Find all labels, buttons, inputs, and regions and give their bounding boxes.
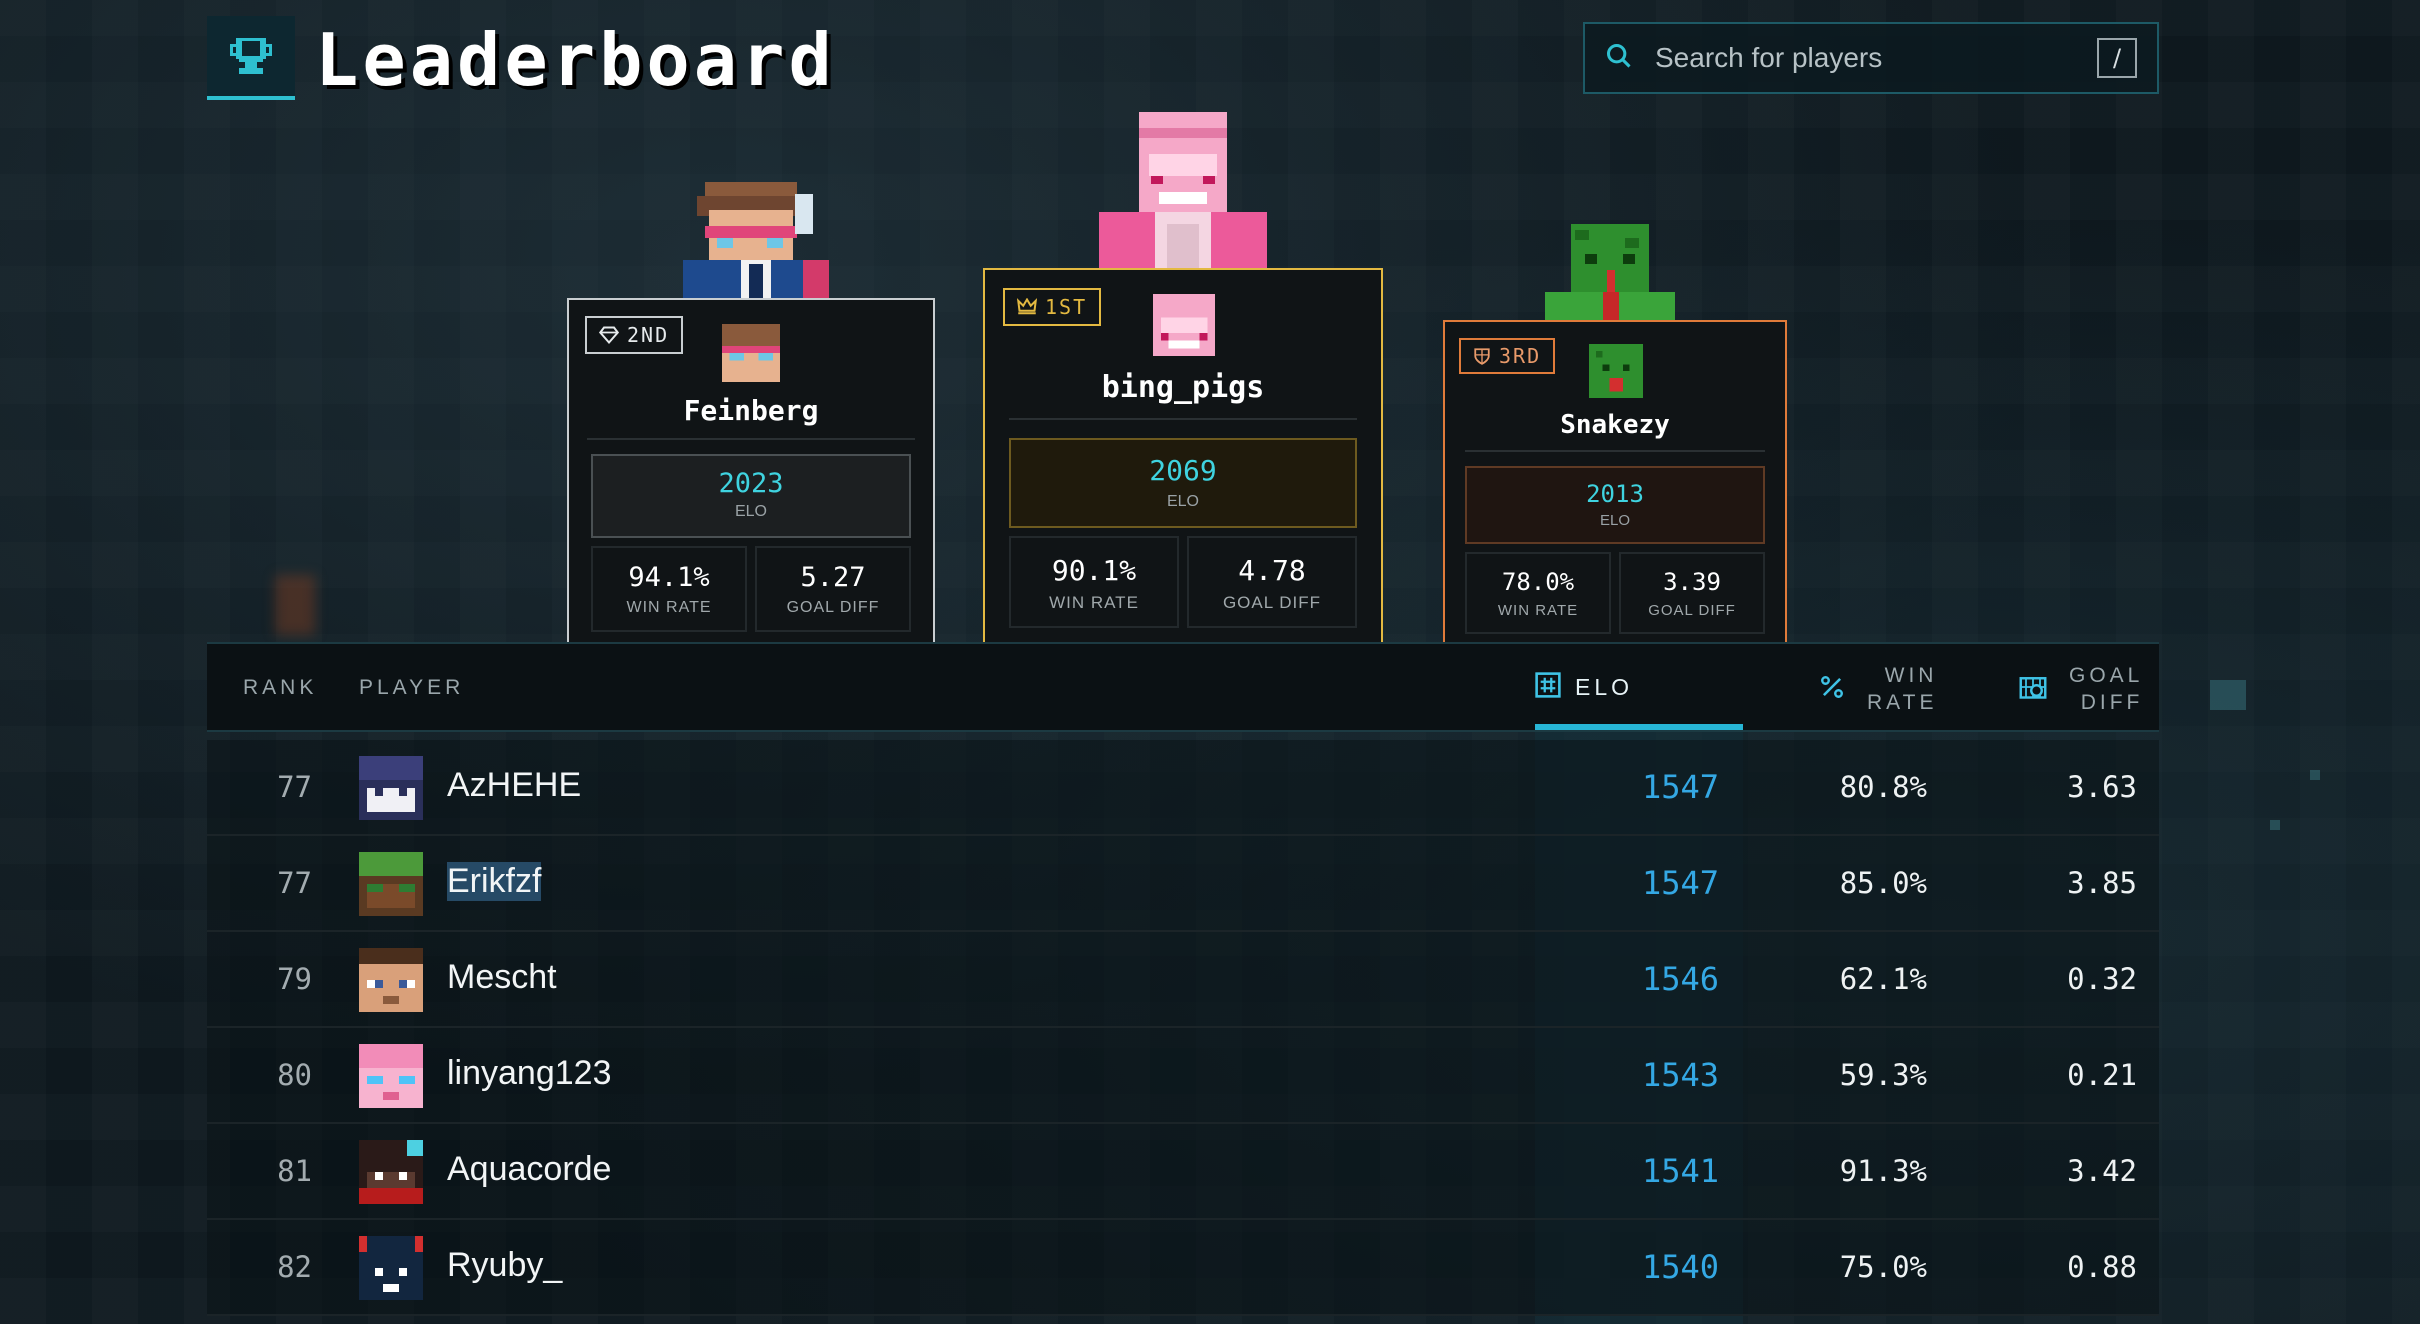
row-goal-diff: 3.42 [2067, 1154, 2137, 1188]
search-icon [1605, 42, 1633, 74]
player-avatar-third [1545, 224, 1675, 322]
hash-icon [1535, 672, 1561, 702]
player-head [1153, 294, 1215, 356]
row-win-rate: 80.8% [1839, 770, 1927, 804]
row-rank: 77 [277, 866, 312, 900]
player-name[interactable]: linyang123 [447, 1054, 611, 1093]
player-avatar-second [683, 182, 829, 300]
podium-card-first[interactable]: 1ST bing_pigs 2069 ELO 90.1% WIN RATE 4.… [983, 268, 1383, 642]
elo-box: 2069 ELO [1009, 438, 1357, 528]
player-name[interactable]: Mescht [447, 958, 557, 997]
player-name: bing_pigs [1101, 370, 1265, 405]
row-elo: 1546 [1641, 960, 1719, 998]
elo-box: 2013 ELO [1465, 466, 1765, 544]
podium-card-third[interactable]: 3RD Snakezy 2013 ELO 78.0% WIN RATE 3.39… [1443, 320, 1787, 642]
player-name[interactable]: Erikfzf [447, 862, 542, 901]
divider [1009, 418, 1357, 420]
table-row[interactable]: 81 Aquacorde 1541 91.3% 3.42 [207, 1124, 2159, 1220]
player-head [1589, 344, 1643, 398]
player-head [359, 756, 423, 820]
row-goal-diff: 0.32 [2067, 962, 2137, 996]
table-header: RANK PLAYER ELO WIN RATE GOAL DIFF [207, 642, 2159, 732]
row-win-rate: 59.3% [1839, 1058, 1927, 1092]
search-bar[interactable]: Search for players / [1583, 22, 2159, 94]
row-rank: 79 [277, 962, 312, 996]
elo-label: ELO [734, 503, 767, 520]
row-win-rate: 75.0% [1839, 1250, 1927, 1284]
page-title: Leaderboard [315, 18, 836, 102]
elo-value: 2023 [718, 468, 784, 499]
row-rank: 81 [277, 1154, 312, 1188]
table-row[interactable]: 79 Mescht 1546 62.1% 0.32 [207, 932, 2159, 1028]
column-header-goal-diff[interactable]: GOAL DIFF [2019, 662, 2143, 716]
row-goal-diff: 3.63 [2067, 770, 2137, 804]
row-elo: 1547 [1641, 768, 1719, 806]
elo-label: ELO [1166, 493, 1199, 510]
column-header-win-rate[interactable]: WIN RATE [1819, 662, 1937, 716]
crown-icon [1017, 298, 1037, 315]
row-win-rate: 91.3% [1839, 1154, 1927, 1188]
column-header-elo[interactable]: ELO [1535, 672, 1633, 702]
win-rate-stat: 90.1% WIN RATE [1009, 536, 1179, 628]
percent-icon [1819, 674, 1845, 704]
rank-badge: 1ST [1003, 288, 1102, 326]
elo-box: 2023 ELO [591, 454, 911, 538]
leaderboard-table-body: 77 AzHEHE 1547 80.8% 3.63 77 Erikfzf 154… [207, 740, 2159, 1316]
rank-badge: 2ND [585, 316, 684, 354]
trophy-icon [207, 16, 295, 100]
row-elo: 1547 [1641, 864, 1719, 902]
diamond-icon [599, 326, 619, 345]
player-head [722, 324, 780, 382]
player-head [359, 1236, 423, 1300]
row-goal-diff: 0.88 [2067, 1250, 2137, 1284]
elo-value: 2069 [1149, 454, 1217, 487]
row-rank: 80 [277, 1058, 312, 1092]
goal-icon [2019, 673, 2047, 705]
table-row[interactable]: 77 Erikfzf 1547 85.0% 3.85 [207, 836, 2159, 932]
background-spark [2310, 770, 2320, 780]
active-sort-indicator [1535, 724, 1743, 730]
row-elo: 1541 [1641, 1152, 1719, 1190]
column-header-player[interactable]: PLAYER [359, 676, 464, 700]
table-row[interactable]: 77 AzHEHE 1547 80.8% 3.63 [207, 740, 2159, 836]
win-rate-stat: 94.1% WIN RATE [591, 546, 747, 632]
player-name[interactable]: Aquacorde [447, 1150, 611, 1189]
player-name[interactable]: AzHEHE [447, 766, 581, 805]
background-spark [2210, 680, 2246, 710]
elo-label: ELO [1599, 512, 1630, 529]
elo-value: 2013 [1586, 480, 1644, 508]
player-head [359, 948, 423, 1012]
search-shortcut-key: / [2097, 38, 2137, 78]
rank-badge: 3RD [1459, 338, 1556, 374]
search-input[interactable]: Search for players [1655, 42, 2097, 74]
column-header-rank[interactable]: RANK [243, 676, 317, 700]
player-name[interactable]: Ryuby_ [447, 1246, 562, 1285]
row-elo: 1543 [1641, 1056, 1719, 1094]
podium-card-second[interactable]: 2ND Feinberg 2023 ELO 94.1% WIN RATE 5.2… [567, 298, 935, 642]
row-goal-diff: 0.21 [2067, 1058, 2137, 1092]
row-win-rate: 62.1% [1839, 962, 1927, 996]
player-head [359, 852, 423, 916]
background-ember [275, 575, 315, 635]
goal-diff-stat: 5.27 GOAL DIFF [755, 546, 911, 632]
row-win-rate: 85.0% [1839, 866, 1927, 900]
player-name: Feinberg [683, 394, 819, 427]
row-elo: 1540 [1641, 1248, 1719, 1286]
player-avatar-first [1095, 112, 1271, 270]
row-rank: 77 [277, 770, 312, 804]
win-rate-stat: 78.0% WIN RATE [1465, 552, 1611, 634]
table-row[interactable]: 82 Ryuby_ 1540 75.0% 0.88 [207, 1220, 2159, 1316]
row-goal-diff: 3.85 [2067, 866, 2137, 900]
row-rank: 82 [277, 1250, 312, 1284]
goal-diff-stat: 4.78 GOAL DIFF [1187, 536, 1357, 628]
player-head [359, 1140, 423, 1204]
player-name: Snakezy [1560, 410, 1670, 440]
table-row[interactable]: 80 linyang123 1543 59.3% 0.21 [207, 1028, 2159, 1124]
divider [1465, 450, 1765, 452]
shield-icon [1474, 348, 1490, 365]
player-head [359, 1044, 423, 1108]
divider [587, 438, 915, 440]
goal-diff-stat: 3.39 GOAL DIFF [1619, 552, 1765, 634]
background-spark [2270, 820, 2280, 830]
